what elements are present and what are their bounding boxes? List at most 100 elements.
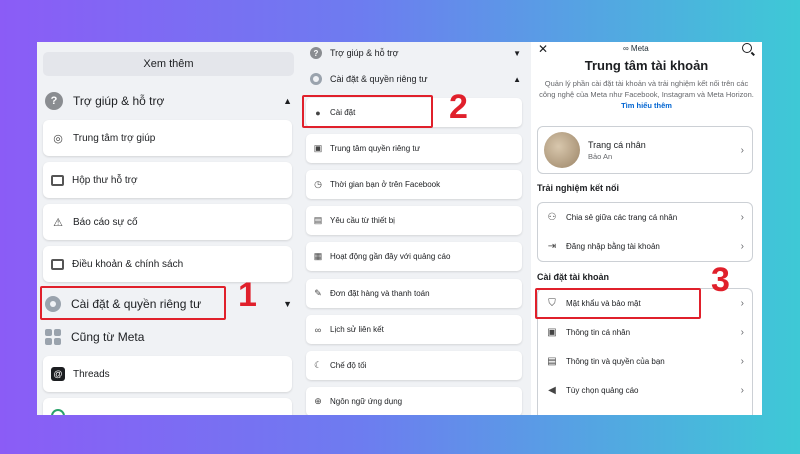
login-with-account-item[interactable]: ⇥ Đăng nhập bằng tài khoản › [538,232,752,261]
close-icon[interactable]: ✕ [538,42,548,56]
highlight-box-settings [302,95,433,128]
connected-experiences-heading: Trải nghiệm kết nối [537,183,620,193]
report-problem-label: Báo cáo sự cố [73,216,138,228]
step-number-2: 2 [449,88,468,126]
link-history-item[interactable]: ∞ Lịch sử liên kết [306,315,522,344]
gear-icon [310,73,322,85]
lifebuoy-icon: ◎ [53,132,63,145]
page-description: Quản lý phần cài đặt tài khoản và trải n… [539,78,754,111]
settings-privacy-row[interactable]: Cài đặt & quyền riêng tư ▲ [302,68,531,90]
chevron-right-icon: › [740,144,744,156]
help-center-item[interactable]: ◎ Trung tâm trợ giúp [43,120,292,156]
profile-name: Bảo An [588,151,613,161]
dark-mode-label: Chế độ tối [330,361,367,370]
meta-logo: ∞ Meta [623,44,649,53]
support-inbox-item[interactable]: Hộp thư hỗ trợ [43,162,292,198]
question-icon: ? [310,47,322,59]
id-card-icon: ▣ [547,327,557,338]
chevron-down-icon: ▼ [283,299,292,309]
warning-icon: ⚠ [53,216,63,229]
account-settings-heading: Cài đặt tài khoản [537,272,610,282]
report-problem-item[interactable]: ⚠ Báo cáo sự cố [43,204,292,240]
help-support-section[interactable]: ? Trợ giúp & hỗ trợ ▲ [37,86,302,116]
step-number-1: 1 [238,276,257,314]
share-across-profiles-label: Chia sẻ giữa các trang cá nhân [566,213,678,222]
help-support-label: Trợ giúp & hỗ trợ [330,48,399,58]
privacy-center-item[interactable]: ▣ Trung tâm quyền riêng tư [306,134,522,163]
app-language-label: Ngôn ngữ ứng dụng [330,397,403,406]
orders-payments-item[interactable]: ✎ Đơn đặt hàng và thanh toán [306,279,522,308]
privacy-center-label: Trung tâm quyền riêng tư [330,144,420,153]
step-number-3: 3 [711,261,730,299]
ad-activity-label: Hoạt động gần đây với quảng cáo [330,252,451,261]
app-language-item[interactable]: ⊕ Ngôn ngữ ứng dụng [306,387,522,415]
help-support-label: Trợ giúp & hỗ trợ [73,94,165,108]
learn-more-link[interactable]: Tìm hiểu thêm [621,101,672,110]
connected-experiences-group: ⚇ Chia sẻ giữa các trang cá nhân › ⇥ Đăn… [537,202,753,262]
device-requests-label: Yêu cầu từ thiết bị [330,216,395,225]
threads-item[interactable]: @ Threads [43,356,292,392]
chevron-right-icon: › [740,356,744,367]
ad-preferences-label: Tùy chọn quảng cáo [566,386,639,395]
chevron-right-icon: › [740,212,744,223]
highlight-box-password-security [535,288,701,319]
share-across-profiles-item[interactable]: ⚇ Chia sẻ giữa các trang cá nhân › [538,203,752,232]
see-more-button[interactable]: Xem thêm [43,52,294,76]
facebook-menu-panel: Xem thêm ? Trợ giúp & hỗ trợ ▲ ◎ Trung t… [37,42,302,415]
avatar [544,132,580,168]
dark-mode-item[interactable]: ☾ Chế độ tối [306,351,522,380]
share-icon: ⚇ [547,212,557,223]
highlight-box-settings-privacy [40,286,226,320]
description-text: Quản lý phần cài đặt tài khoản và trải n… [539,79,754,99]
chevron-right-icon: › [740,298,744,309]
device-requests-item[interactable]: ▤ Yêu cầu từ thiết bị [306,206,522,235]
support-inbox-label: Hộp thư hỗ trợ [72,174,138,186]
time-on-facebook-item[interactable]: ◷ Thời gian bạn ở trên Facebook [306,170,522,199]
also-from-meta-section[interactable]: Cũng từ Meta [37,322,302,352]
inbox-icon [51,174,64,186]
page-title: Trung tâm tài khoản [584,58,709,73]
help-support-row[interactable]: ? Trợ giúp & hỗ trợ ▼ [302,42,531,64]
chevron-right-icon: › [740,241,744,252]
book-icon [51,258,64,270]
personal-details-label: Thông tin cá nhân [566,328,631,337]
chevron-right-icon: › [740,385,744,396]
profile-title: Trang cá nhân [588,139,646,150]
device-icon: ▤ [313,215,323,225]
search-icon[interactable] [742,43,752,53]
profile-card[interactable]: Trang cá nhân Bảo An › [537,126,753,174]
settings-privacy-label: Cài đặt & quyền riêng tư [330,74,428,84]
link-icon: ∞ [314,324,322,335]
moon-icon: ☾ [313,360,323,370]
ad-preferences-item[interactable]: ◀ Tùy chọn quảng cáo › [538,376,752,405]
also-from-meta-label: Cũng từ Meta [71,330,145,344]
link-history-label: Lịch sử liên kết [330,325,384,334]
ad-activity-item[interactable]: ▦ Hoạt động gần đây với quảng cáo [306,242,522,271]
help-center-label: Trung tâm trợ giúp [73,132,156,144]
threads-label: Threads [73,368,110,380]
login-icon: ⇥ [547,241,557,252]
time-on-facebook-label: Thời gian bạn ở trên Facebook [330,180,441,189]
chevron-up-icon: ▲ [513,74,521,84]
more-apps-item[interactable] [43,398,292,415]
login-with-account-label: Đăng nhập bằng tài khoản [566,242,660,251]
chevron-up-icon: ▲ [283,96,292,106]
chevron-right-icon: › [740,327,744,338]
pen-icon: ✎ [314,288,322,298]
threads-icon: @ [51,367,65,381]
question-icon: ? [45,92,63,110]
chevron-down-icon: ▼ [513,48,521,58]
lock-icon: ▣ [313,143,323,153]
your-info-permissions-label: Thông tin và quyền của bạn [566,357,665,366]
ads-icon: ▦ [313,251,323,261]
terms-policies-label: Điều khoản & chính sách [72,258,184,270]
personal-details-item[interactable]: ▣ Thông tin cá nhân › [538,318,752,347]
clock-icon: ◷ [314,179,322,189]
megaphone-icon: ◀ [548,385,556,396]
your-info-permissions-item[interactable]: ▤ Thông tin và quyền của bạn › [538,347,752,376]
app-icon [51,409,65,415]
globe-icon: ⊕ [314,396,322,406]
orders-payments-label: Đơn đặt hàng và thanh toán [330,289,430,298]
accounts-center-panel: ✕ ∞ Meta Trung tâm tài khoản Quản lý phầ… [531,42,762,415]
apps-grid-icon [45,329,61,345]
